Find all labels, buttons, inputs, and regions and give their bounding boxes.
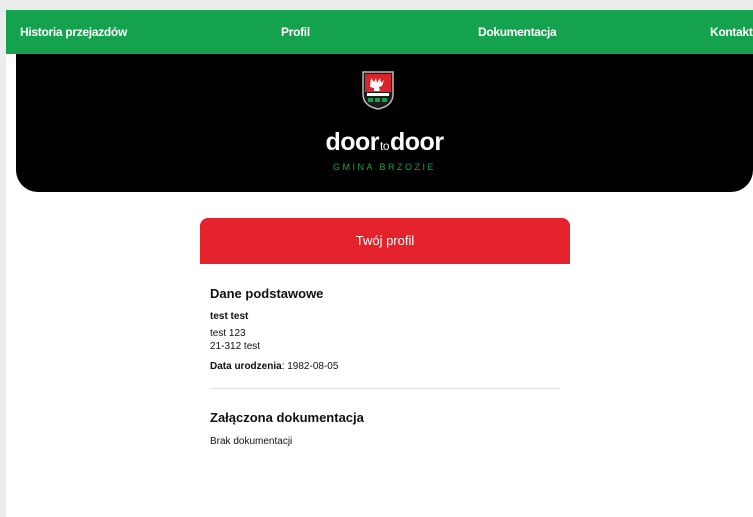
profile-card-header: Twój profil <box>200 218 570 264</box>
documents-empty-message: Brak dokumentacji <box>210 436 293 447</box>
brand-logo: doortodoor <box>16 128 753 157</box>
basic-data-heading: Dane podstawowe <box>210 286 324 301</box>
nav-link-contact[interactable]: Kontakt <box>710 10 753 54</box>
nav-link-profile[interactable]: Profil <box>281 10 310 54</box>
address-line-2: 21-312 test <box>210 341 261 352</box>
brand-subtitle: GMINA BRZOZIE <box>332 162 436 172</box>
hero-banner: doortodoor GMINA BRZOZIE <box>16 54 753 192</box>
top-navigation: Historia przejazdów Profil Dokumentacja … <box>6 10 753 54</box>
user-full-name: test test <box>210 311 249 322</box>
documents-heading: Załączona dokumentacja <box>210 410 364 425</box>
coat-of-arms-icon <box>362 71 394 110</box>
section-divider <box>210 388 560 389</box>
logo-word-mid: to <box>379 139 390 153</box>
logo-word-left: door <box>325 128 379 156</box>
address-line-1: test 123 <box>210 328 246 339</box>
logo-word-right: door <box>390 128 444 156</box>
birth-date-value: 1982-08-05 <box>287 361 339 372</box>
nav-link-documentation[interactable]: Dokumentacja <box>478 10 557 54</box>
birth-date-label: Data urodzenia <box>210 361 282 372</box>
birth-date-row: Data urodzenia: 1982-08-05 <box>210 361 339 372</box>
nav-link-history[interactable]: Historia przejazdów <box>20 10 127 54</box>
